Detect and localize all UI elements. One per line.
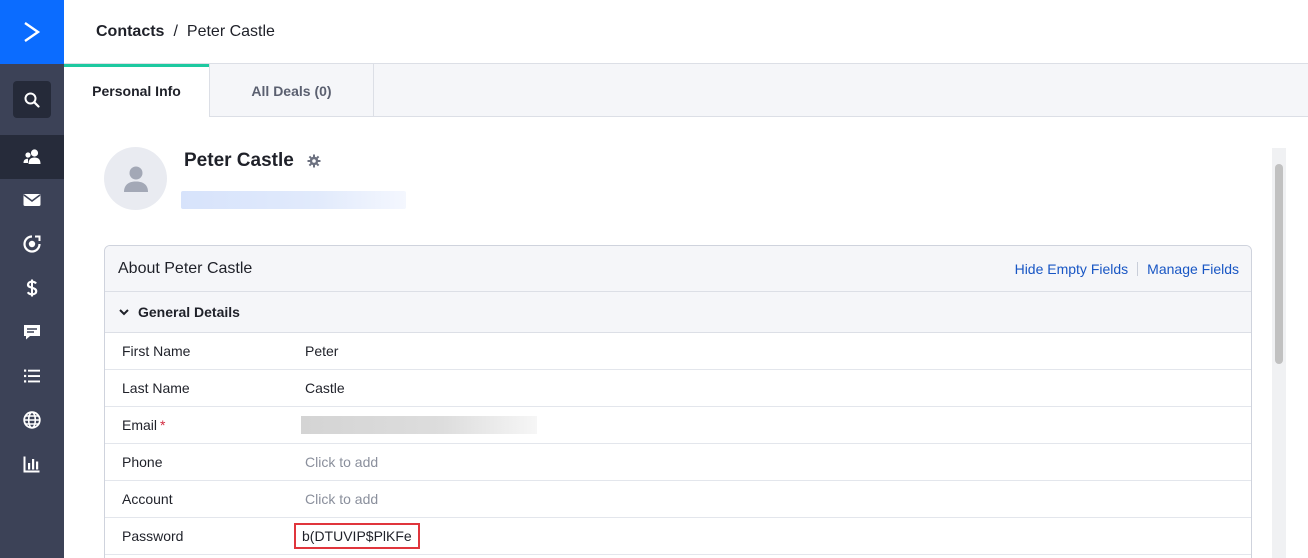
nav-lists[interactable] (0, 354, 64, 398)
global-search-button[interactable] (13, 81, 51, 118)
hide-empty-fields-link[interactable]: Hide Empty Fields (1015, 261, 1129, 277)
conversations-icon (24, 325, 40, 340)
required-asterisk: * (160, 417, 166, 433)
tab-bar: Personal Info All Deals (0) (64, 64, 1308, 117)
field-row-password: Password b(DTUVIP$PlKFe (105, 518, 1251, 555)
email-icon (23, 194, 41, 206)
section-title: General Details (138, 304, 240, 320)
breadcrumb: Contacts / Peter Castle (64, 0, 1308, 64)
general-details-toggle[interactable]: General Details (105, 292, 1251, 333)
password-value[interactable]: b(DTUVIP$PlKFe (294, 523, 420, 549)
field-label-email: Email * (105, 417, 305, 433)
chevron-down-icon (119, 309, 129, 316)
breadcrumb-separator: / (173, 22, 178, 40)
field-label: Last Name (122, 380, 190, 396)
manage-fields-link[interactable]: Manage Fields (1147, 261, 1239, 277)
lists-icon (24, 369, 40, 383)
about-card-title: About Peter Castle (118, 259, 253, 277)
nav-website[interactable] (0, 398, 64, 442)
field-row-account: Account Click to add (105, 481, 1251, 518)
phone-value-placeholder[interactable]: Click to add (305, 454, 378, 470)
deals-dollar-icon (26, 279, 38, 297)
field-row-first-name: First Name Peter (105, 333, 1251, 370)
field-label: Email (122, 417, 158, 433)
automation-icon (23, 235, 41, 253)
about-contact-card: About Peter Castle Hide Empty Fields Man… (104, 245, 1252, 558)
nav-automations[interactable] (0, 222, 64, 266)
nav-conversations[interactable] (0, 310, 64, 354)
main-content: Peter Castle About Peter Castle Hide Emp… (64, 117, 1308, 558)
scrollbar-thumb[interactable] (1275, 164, 1283, 364)
app: Contacts / Peter Castle Personal Info Al… (0, 0, 1308, 558)
reports-chart-icon (23, 456, 40, 473)
field-row-last-name: Last Name Castle (105, 370, 1251, 407)
about-card-header: About Peter Castle Hide Empty Fields Man… (105, 246, 1251, 292)
field-row-email: Email * (105, 407, 1251, 444)
website-globe-icon (23, 411, 41, 429)
gear-icon[interactable] (307, 154, 321, 168)
field-row-phone: Phone Click to add (105, 444, 1251, 481)
default-user-icon (123, 166, 148, 192)
left-nav-rail (0, 0, 64, 558)
field-label: Password (122, 528, 184, 544)
account-value-placeholder[interactable]: Click to add (305, 491, 378, 507)
redacted-email-value[interactable] (301, 416, 537, 434)
nav-contacts[interactable] (0, 135, 64, 179)
tab-personal-info[interactable]: Personal Info (64, 64, 209, 117)
nav-deals[interactable] (0, 266, 64, 310)
nav-email[interactable] (0, 178, 64, 222)
first-name-value[interactable]: Peter (305, 343, 338, 359)
last-name-value[interactable]: Castle (305, 380, 345, 396)
breadcrumb-contacts-link[interactable]: Contacts (96, 23, 164, 41)
contacts-icon (23, 149, 41, 164)
logo-chevron-icon (24, 22, 41, 42)
tab-all-deals[interactable]: All Deals (0) (209, 64, 374, 117)
search-icon (24, 92, 40, 108)
contact-name: Peter Castle (184, 150, 294, 171)
field-label: First Name (122, 343, 191, 359)
link-divider (1137, 261, 1139, 276)
redacted-contact-info (181, 191, 406, 209)
avatar[interactable] (104, 147, 167, 210)
nav-reports[interactable] (0, 442, 64, 486)
breadcrumb-current: Peter Castle (186, 22, 275, 40)
field-label: Phone (122, 454, 163, 470)
brand-logo[interactable] (0, 0, 64, 64)
field-label: Account (122, 491, 173, 507)
